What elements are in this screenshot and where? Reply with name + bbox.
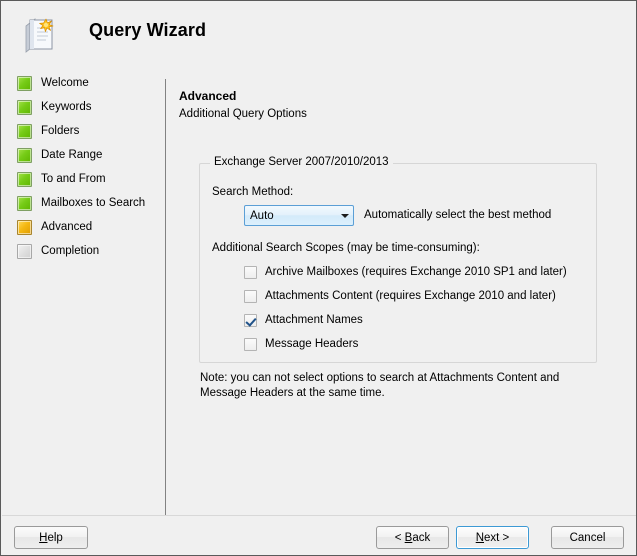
- checkbox-archive-mailboxes[interactable]: Archive Mailboxes (requires Exchange 201…: [244, 264, 567, 280]
- sidebar-item-label: Date Range: [41, 149, 103, 161]
- step-status-icon: [17, 123, 32, 139]
- cancel-button[interactable]: Cancel: [551, 526, 624, 549]
- step-status-icon: [17, 75, 32, 91]
- step-status-icon: [17, 243, 32, 259]
- wizard-step-list: Welcome Keywords Folders Date Range To a…: [1, 71, 165, 511]
- checkbox-attachment-names[interactable]: Attachment Names: [244, 312, 363, 328]
- next-rest: ext >: [484, 531, 510, 544]
- sidebar-item-advanced[interactable]: Advanced: [1, 215, 165, 239]
- search-method-dropdown[interactable]: Auto: [244, 205, 354, 226]
- search-method-value: Auto: [250, 209, 274, 222]
- checkbox-label: Attachments Content (requires Exchange 2…: [265, 290, 556, 302]
- sidebar-item-mailboxes-to-search[interactable]: Mailboxes to Search: [1, 191, 165, 215]
- help-button[interactable]: Help: [14, 526, 88, 549]
- help-button-label: Help: [39, 532, 63, 544]
- wizard-notepad-sun-icon: [25, 18, 54, 53]
- sidebar-item-completion[interactable]: Completion: [1, 239, 165, 263]
- step-status-icon: [17, 99, 32, 115]
- step-status-icon: [17, 219, 32, 235]
- sidebar-item-label: Advanced: [41, 221, 93, 233]
- sidebar-item-folders[interactable]: Folders: [1, 119, 165, 143]
- sidebar-item-label: Completion: [41, 245, 100, 257]
- back-pre: <: [394, 531, 405, 544]
- next-button-label: Next >: [476, 532, 510, 544]
- sidebar-item-label: To and From: [41, 173, 106, 185]
- sidebar-item-label: Welcome: [41, 77, 89, 89]
- search-method-hint: Automatically select the best method: [364, 209, 552, 221]
- checkbox-box: [244, 265, 257, 279]
- chevron-down-icon: [336, 206, 353, 225]
- groupbox-caption: Exchange Server 2007/2010/2013: [210, 156, 393, 168]
- back-button-label: < Back: [395, 532, 431, 544]
- checkbox-label: Message Headers: [265, 338, 359, 350]
- sidebar-item-keywords[interactable]: Keywords: [1, 95, 165, 119]
- exchange-server-groupbox: Exchange Server 2007/2010/2013 Search Me…: [199, 156, 597, 363]
- sidebar-item-label: Folders: [41, 125, 80, 137]
- help-rest: elp: [47, 531, 63, 544]
- sidebar-item-label: Keywords: [41, 101, 92, 113]
- back-rest: ack: [412, 531, 431, 544]
- checkbox-attachments-content[interactable]: Attachments Content (requires Exchange 2…: [244, 288, 556, 304]
- checkbox-label: Attachment Names: [265, 314, 363, 326]
- main-content: Advanced Additional Query Options Exchan…: [166, 71, 636, 511]
- step-status-icon: [17, 147, 32, 163]
- sidebar-item-welcome[interactable]: Welcome: [1, 71, 165, 95]
- step-status-icon: [17, 171, 32, 187]
- search-method-label: Search Method:: [212, 186, 294, 198]
- query-wizard-window: Query Wizard Welcome Keywords Folders Da…: [0, 0, 637, 556]
- checkbox-message-headers[interactable]: Message Headers: [244, 336, 358, 352]
- window-header: Query Wizard: [1, 1, 636, 63]
- checkbox-label: Archive Mailboxes (requires Exchange 201…: [265, 266, 567, 278]
- checkbox-box-checked: [244, 313, 257, 327]
- next-accel: N: [475, 531, 485, 544]
- checkbox-box: [244, 337, 257, 351]
- sidebar-item-label: Mailboxes to Search: [41, 197, 146, 209]
- checkbox-box: [244, 289, 257, 303]
- back-button[interactable]: < Back: [376, 526, 449, 549]
- note-text: Note: you can not select options to sear…: [200, 372, 560, 399]
- section-subtitle: Additional Query Options: [179, 108, 307, 120]
- sidebar-item-date-range[interactable]: Date Range: [1, 143, 165, 167]
- section-title: Advanced: [179, 89, 237, 103]
- next-button[interactable]: Next >: [456, 526, 529, 549]
- step-status-icon: [17, 195, 32, 211]
- additional-scopes-label: Additional Search Scopes (may be time-co…: [212, 242, 480, 254]
- page-title: Query Wizard: [89, 20, 207, 40]
- footer-button-bar: Help < Back Next > Cancel: [1, 516, 636, 555]
- cancel-button-label: Cancel: [569, 531, 606, 544]
- sidebar-item-to-and-from[interactable]: To and From: [1, 167, 165, 191]
